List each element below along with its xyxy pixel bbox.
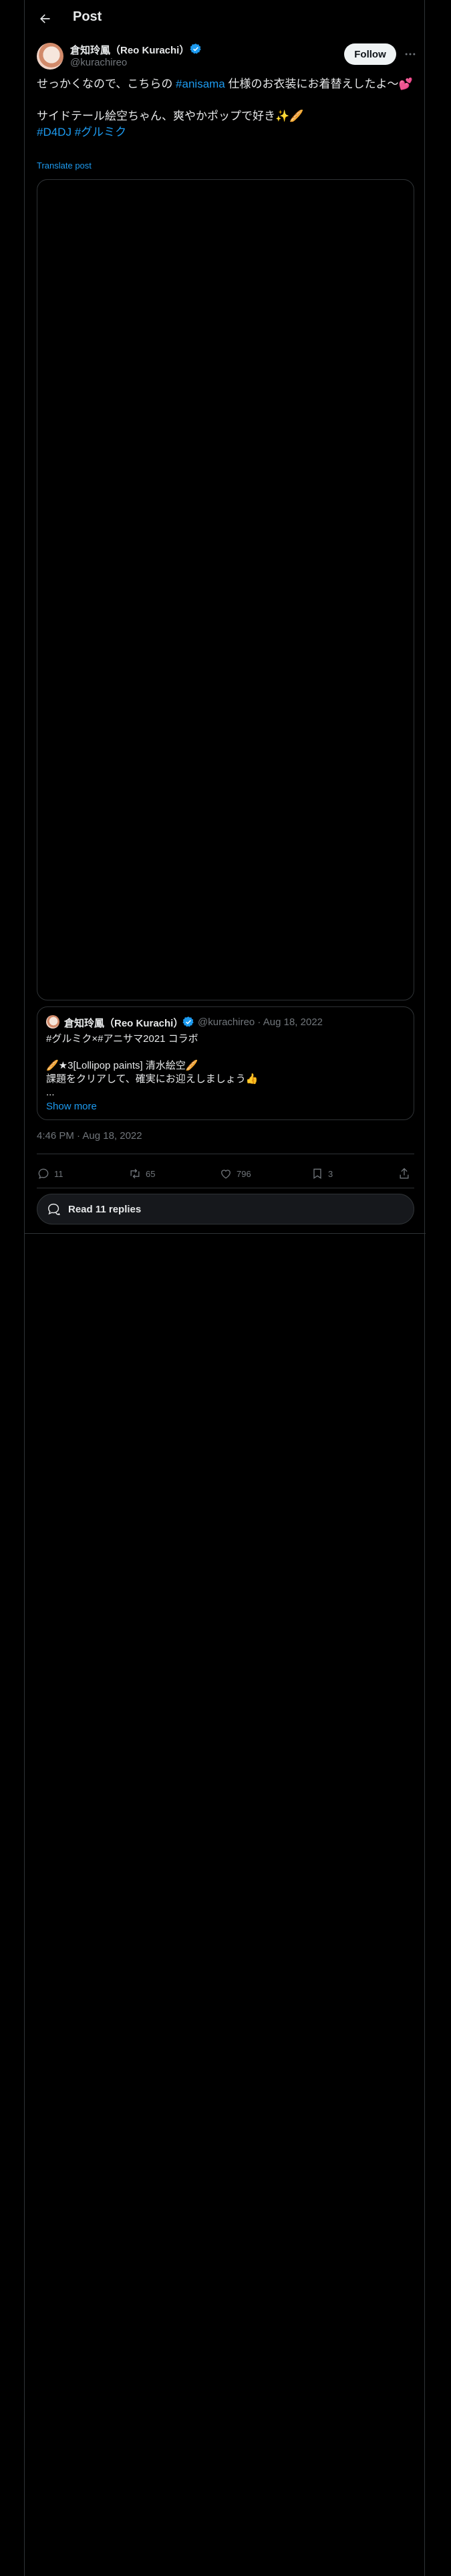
tweet-text: せっかくなので、こちらの #anisama 仕様のお衣装にお着替えしたよ〜💕 サ… — [37, 76, 414, 140]
reply-button[interactable]: 11 — [37, 1164, 63, 1184]
repost-count: 65 — [146, 1168, 156, 1179]
action-bar: 11 65 796 3 — [37, 1164, 414, 1184]
like-count: 796 — [237, 1168, 251, 1179]
quoted-text-line: 🥖★3[Lollipop paints] 清水絵空🥖 — [46, 1060, 198, 1071]
quoted-author-name: 倉知玲鳳（Reo Kurachi） — [64, 1018, 184, 1029]
tweet-text-part: せっかくなので、こちらの — [37, 78, 176, 90]
author-name[interactable]: 倉知玲鳳（Reo Kurachi） — [70, 43, 189, 57]
quoted-text-ellipsis: ... — [46, 1087, 55, 1098]
quoted-avatar — [46, 1015, 59, 1029]
quoted-handle-date: @kurachireo · Aug 18, 2022 — [198, 1016, 323, 1028]
hashtag-d4dj-link[interactable]: #D4DJ — [37, 126, 71, 138]
quoted-post[interactable]: 倉知玲鳳（Reo Kurachi） @kurachireo · Aug 18, … — [37, 1006, 414, 1120]
bookmark-count: 3 — [328, 1168, 333, 1179]
back-button[interactable] — [35, 9, 54, 28]
top-bar: Post — [25, 0, 426, 37]
more-options-button[interactable] — [403, 47, 418, 62]
read-replies-label: Read 11 replies — [68, 1203, 142, 1215]
bookmark-button[interactable]: 3 — [311, 1164, 333, 1184]
quoted-text-line: 課題をクリアして、確実にお迎えしましょう👍 — [46, 1073, 259, 1085]
page-title: Post — [73, 9, 102, 24]
show-more-link[interactable]: Show more — [46, 1101, 97, 1112]
verified-badge-icon — [182, 1016, 194, 1027]
reply-icon — [38, 1168, 49, 1179]
tweet-text-line: サイドテール絵空ちゃん、爽やかポップで好き✨🥖 — [37, 110, 304, 122]
media-video[interactable] — [37, 179, 414, 1000]
tweet-text-part: 仕様のお衣装にお着替えしたよ〜💕 — [224, 78, 413, 90]
heart-icon — [221, 1170, 231, 1179]
repost-icon — [130, 1168, 140, 1179]
post-timestamp[interactable]: 4:46 PM · Aug 18, 2022 — [37, 1130, 142, 1142]
divider — [25, 1233, 426, 1234]
verified-badge-icon — [190, 43, 201, 54]
more-dots-icon — [405, 53, 416, 56]
bookmark-icon — [313, 1168, 321, 1179]
avatar[interactable] — [37, 43, 63, 70]
read-replies-button[interactable]: Read 11 replies — [37, 1194, 414, 1224]
author-handle[interactable]: @kurachireo — [70, 57, 127, 68]
repost-button[interactable]: 65 — [128, 1164, 155, 1184]
like-button[interactable]: 796 — [219, 1164, 251, 1184]
arrow-left-icon — [40, 14, 50, 23]
share-button[interactable] — [398, 1164, 411, 1184]
reply-count: 11 — [54, 1168, 63, 1179]
hashtag-grumiku-link[interactable]: #グルミク — [75, 126, 126, 138]
share-icon — [400, 1168, 409, 1179]
translate-post-link[interactable]: Translate post — [37, 160, 92, 171]
quoted-text-line: #グルミク×#アニサマ2021 コラボ — [46, 1033, 198, 1045]
hashtag-anisama-link[interactable]: #anisama — [176, 78, 225, 90]
follow-button[interactable]: Follow — [344, 43, 396, 65]
main-column: Post 倉知玲鳳（Reo Kurachi） @kurachireo Follo… — [24, 0, 426, 2576]
quoted-text: #グルミク×#アニサマ2021 コラボ 🥖★3[Lollipop paints]… — [46, 1033, 407, 1099]
speech-bubble-icon — [48, 1203, 60, 1215]
